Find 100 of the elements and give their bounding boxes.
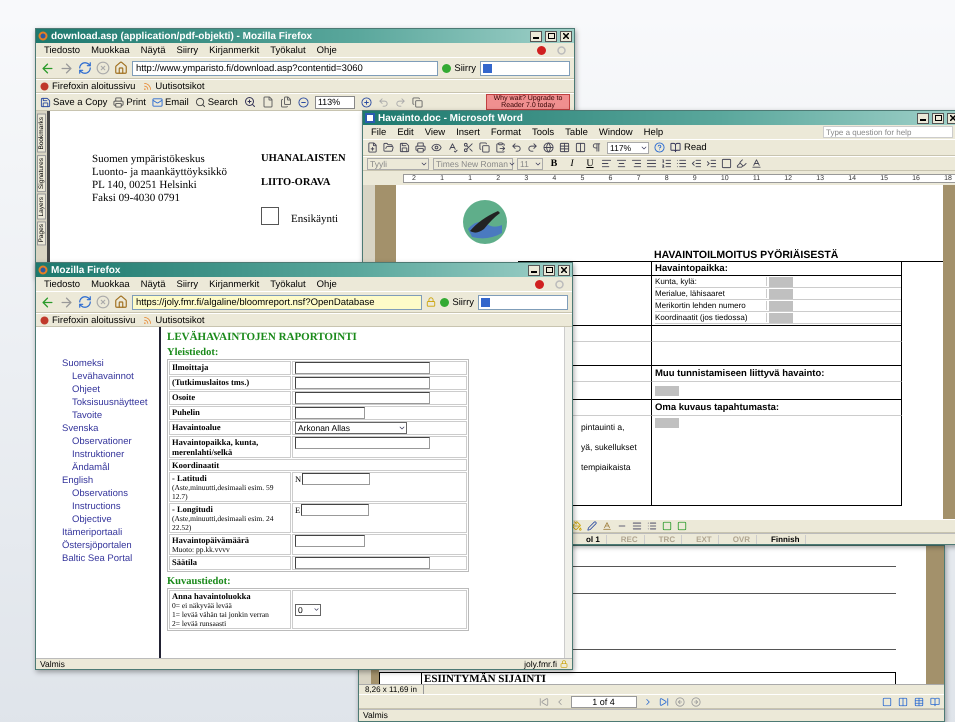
close-button[interactable]: [560, 30, 572, 42]
reload-icon[interactable]: [78, 295, 92, 309]
maximize-button[interactable]: [932, 112, 944, 124]
nav-link[interactable]: Ändamål: [72, 461, 110, 474]
nav-link[interactable]: Ohjeet: [72, 383, 100, 396]
menu-item[interactable]: Help: [644, 126, 664, 138]
zoom-in-icon[interactable]: [244, 96, 256, 108]
last-page-icon[interactable]: [658, 696, 668, 706]
back-icon[interactable]: [40, 60, 55, 76]
align-left-icon[interactable]: [601, 158, 612, 169]
bookmark-link[interactable]: Uutisotsikot: [143, 314, 205, 326]
indent-icon[interactable]: [706, 158, 717, 169]
toolbar-button[interactable]: Email: [152, 96, 189, 108]
pages-icon[interactable]: [280, 96, 292, 108]
menu-item[interactable]: File: [371, 126, 386, 138]
printer-icon[interactable]: [415, 142, 426, 153]
go-button[interactable]: Siirry: [442, 62, 476, 74]
zoom-field[interactable]: 113%: [314, 96, 355, 108]
align-center-icon[interactable]: [616, 158, 627, 169]
dash-style-icon[interactable]: [632, 521, 642, 531]
nav-link[interactable]: Svenska: [62, 422, 98, 435]
zoom-plus-icon[interactable]: [360, 96, 372, 108]
redo-icon[interactable]: [527, 142, 538, 153]
nav-link[interactable]: Östersjöportalen: [62, 539, 132, 552]
line-color-icon[interactable]: [587, 521, 597, 531]
nav-link[interactable]: Toksisuusnäytteet: [72, 396, 148, 409]
bookmark-link[interactable]: Firefoxin aloitussivu: [40, 314, 136, 326]
outdent-icon[interactable]: [691, 158, 702, 169]
nav-link[interactable]: Instruktioner: [72, 448, 124, 461]
menu-item[interactable]: Työkalut: [270, 278, 306, 290]
menu-item[interactable]: Format: [490, 126, 521, 138]
text-input[interactable]: [295, 377, 430, 389]
menu-item[interactable]: Kirjanmerkit: [209, 44, 260, 56]
nav-link[interactable]: Instructions: [72, 500, 121, 513]
search-field[interactable]: [478, 294, 568, 310]
go-button[interactable]: Siirry: [440, 296, 474, 308]
menu-item[interactable]: Window: [598, 126, 633, 138]
toolbar-button[interactable]: Save a Copy: [40, 96, 108, 108]
hyperlink-icon[interactable]: [543, 142, 554, 153]
page-icon[interactable]: [262, 96, 274, 108]
menu-item[interactable]: Tiedosto: [44, 278, 80, 290]
menu-item[interactable]: Muokkaa: [91, 278, 130, 290]
single-page-icon[interactable]: [882, 696, 892, 706]
text-input[interactable]: [295, 392, 430, 404]
align-right-icon[interactable]: [631, 158, 642, 169]
numbered-list-icon[interactable]: [661, 158, 672, 169]
home-icon[interactable]: [114, 61, 128, 75]
search-field[interactable]: [480, 60, 570, 76]
close-button[interactable]: [558, 264, 570, 276]
nav-link[interactable]: Observationer: [72, 435, 132, 448]
address-field[interactable]: http://www.ymparisto.fi/download.asp?contentid=3060: [132, 60, 438, 76]
nav-link[interactable]: Suomeksi: [62, 357, 104, 370]
font-color-icon[interactable]: [751, 158, 762, 169]
toolbar-button[interactable]: Search: [194, 96, 238, 108]
menu-item[interactable]: Insert: [456, 126, 480, 138]
text-input[interactable]: [295, 535, 365, 547]
checkbox[interactable]: [261, 207, 280, 225]
nav-link[interactable]: Itämeriportaali: [62, 526, 122, 539]
nav-link[interactable]: Levähavainnot: [72, 370, 134, 383]
text-input[interactable]: [295, 362, 430, 374]
help-search-field[interactable]: Type a question for help: [823, 126, 953, 138]
menu-item[interactable]: Siirry: [176, 44, 198, 56]
bullet-list-icon[interactable]: [676, 158, 687, 169]
dropdown[interactable]: Arkonan Allas: [295, 422, 407, 434]
paste-icon[interactable]: [495, 142, 506, 153]
nav-link[interactable]: Baltic Sea Portal: [62, 552, 132, 565]
copy-icon[interactable]: [412, 96, 423, 108]
maximize-button[interactable]: [543, 264, 555, 276]
text-input[interactable]: [295, 437, 430, 449]
two-page-icon[interactable]: [930, 696, 940, 706]
maximize-button[interactable]: [545, 30, 557, 42]
menu-item[interactable]: Näytä: [140, 278, 166, 290]
zoom-dropdown[interactable]: 117%: [607, 142, 649, 154]
columns-icon[interactable]: [575, 142, 586, 153]
bookmark-link[interactable]: Uutisotsikot: [143, 80, 205, 92]
nav-link[interactable]: Objective: [72, 513, 112, 526]
back-icon[interactable]: [40, 294, 55, 310]
shadow-icon[interactable]: [662, 521, 672, 531]
menu-item[interactable]: Ohje: [316, 44, 337, 56]
menu-item[interactable]: Kirjanmerkit: [209, 278, 260, 290]
font-color-icon[interactable]: [602, 521, 612, 531]
text-input[interactable]: [295, 557, 430, 569]
menu-item[interactable]: Siirry: [176, 278, 198, 290]
text-input[interactable]: [302, 473, 370, 485]
nav-link[interactable]: English: [62, 474, 94, 487]
facing-pages-icon[interactable]: [914, 696, 924, 706]
underline-button[interactable]: U: [583, 157, 597, 170]
reload-icon[interactable]: [78, 61, 92, 75]
menu-item[interactable]: Tiedosto: [44, 44, 80, 56]
minimize-button[interactable]: [917, 112, 929, 124]
home-icon[interactable]: [114, 295, 128, 309]
read-button[interactable]: Read: [670, 142, 707, 153]
open-folder-icon[interactable]: [383, 142, 394, 153]
zoom-out-icon[interactable]: [298, 96, 309, 108]
text-input[interactable]: [295, 407, 365, 419]
dropdown[interactable]: 0: [295, 604, 321, 616]
menu-item[interactable]: View: [424, 126, 446, 138]
minimize-button[interactable]: [530, 30, 542, 42]
continuous-page-icon[interactable]: [898, 696, 908, 706]
highlighter-icon[interactable]: [736, 158, 747, 169]
